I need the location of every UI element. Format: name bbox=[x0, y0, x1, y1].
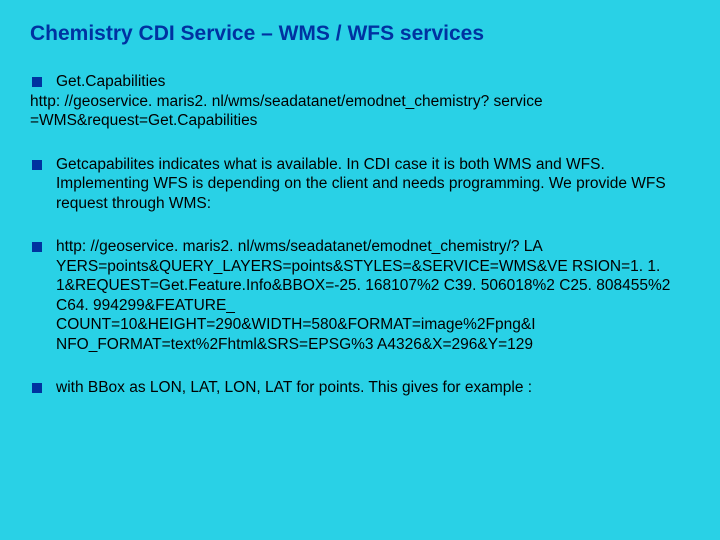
item-continuation: http: //geoservice. maris2. nl/wms/seada… bbox=[30, 92, 690, 131]
item-text: Getcapabilites indicates what is availab… bbox=[56, 155, 690, 214]
slide: Chemistry CDI Service – WMS / WFS servic… bbox=[0, 0, 720, 540]
bullet-icon bbox=[32, 160, 42, 170]
bullet-icon bbox=[32, 383, 42, 393]
item-text: http: //geoservice. maris2. nl/wms/seada… bbox=[56, 237, 690, 354]
slide-title: Chemistry CDI Service – WMS / WFS servic… bbox=[30, 22, 690, 46]
list-item: http: //geoservice. maris2. nl/wms/seada… bbox=[30, 237, 690, 354]
bullet-icon bbox=[32, 77, 42, 87]
list-item: Getcapabilites indicates what is availab… bbox=[30, 155, 690, 214]
item-text: Get.Capabilities bbox=[56, 72, 690, 92]
list-item: Get.Capabilities http: //geoservice. mar… bbox=[30, 72, 690, 131]
item-text: with BBox as LON, LAT, LON, LAT for poin… bbox=[56, 378, 690, 398]
list-item: with BBox as LON, LAT, LON, LAT for poin… bbox=[30, 378, 690, 398]
bullet-icon bbox=[32, 242, 42, 252]
